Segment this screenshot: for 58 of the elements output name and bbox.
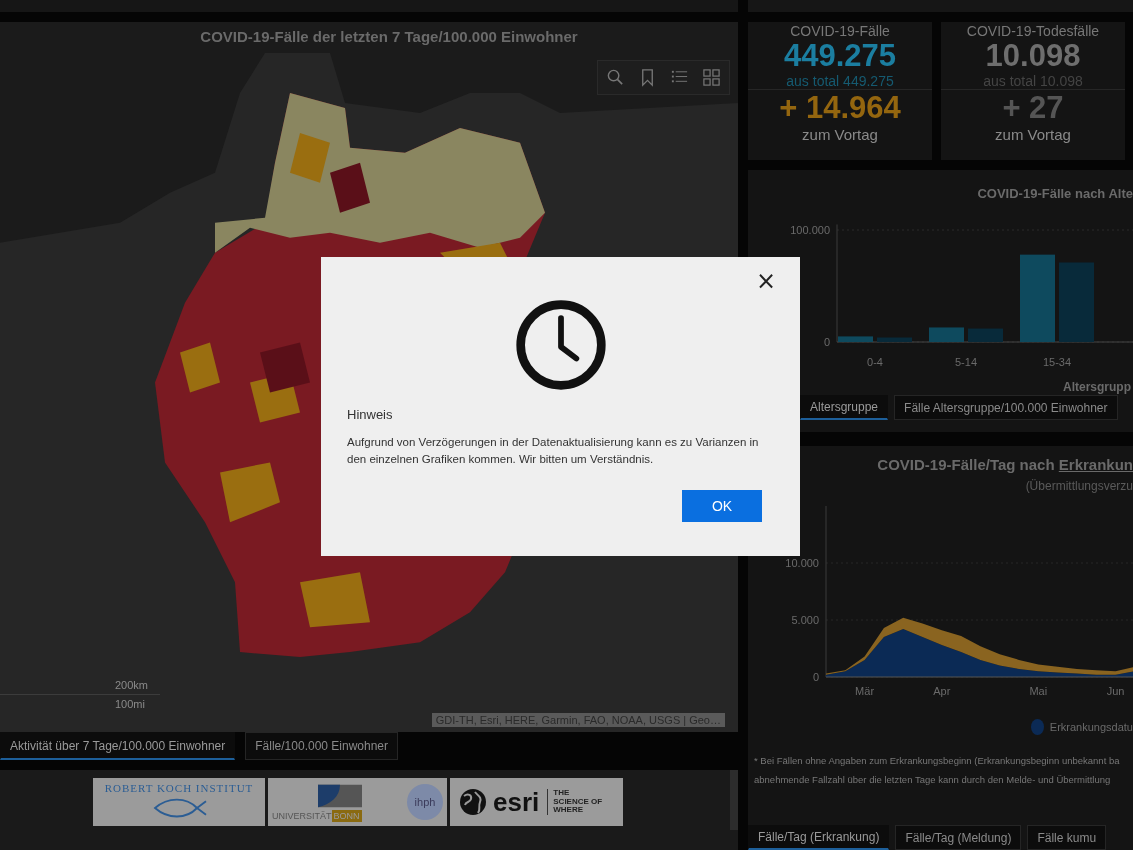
axis-label: Jun <box>1106 685 1125 697</box>
axis-label: 0 <box>812 671 819 683</box>
grid-icon[interactable] <box>702 68 721 87</box>
scale-label: 100mi <box>115 698 145 710</box>
logo-text: esri <box>493 789 549 815</box>
chart-title: COVID-19-Fälle nach Alte <box>976 185 1133 203</box>
axis-label: 100.000 <box>790 224 830 236</box>
chart-subtitle: (Übermittlungsverzu <box>1024 479 1133 493</box>
logo-text: BONN <box>331 810 362 822</box>
axis-label: Apr <box>933 685 951 697</box>
dialog-message: Aufgrund von Verzögerungen in der Datenaktualisierung kann es zu Varianzen in den einzelnen Grafiken kommen. Wir bitten um Verständnis. <box>347 435 760 467</box>
chart-tab[interactable]: Fälle/Tag (Erkrankung) <box>748 825 890 850</box>
stat-note: zum Vortag <box>995 126 1071 143</box>
scrollbar[interactable] <box>730 770 738 830</box>
bar <box>968 328 1003 342</box>
logo-text: ROBERT KOCH INSTITUT <box>104 782 254 794</box>
ihph-logo: ihph <box>407 784 443 820</box>
axis-label: Mär <box>855 685 875 697</box>
footnote: * Bei Fällen ohne Angaben zum Erkrankungsbeginn (Erkrankungsbeginn unbekannt ba <box>754 755 1121 766</box>
dialog-title: Hinweis <box>347 407 394 422</box>
axis-label: Mai <box>1029 685 1048 697</box>
ok-button[interactable]: OK <box>682 490 762 522</box>
search-icon[interactable] <box>606 68 625 87</box>
bar <box>877 337 912 342</box>
chart-tab[interactable]: Fälle/Tag (Meldung) <box>895 825 1022 850</box>
bonn-emblem-icon <box>317 782 362 810</box>
title-link[interactable]: Erkrankun <box>1058 456 1133 473</box>
stat-total: aus total 449.275 <box>786 73 894 89</box>
axis-label: 5.000 <box>791 614 819 626</box>
logo-text: UNIVERSITÄT <box>272 810 332 822</box>
stat-value: 449.275 <box>783 39 897 73</box>
axis-label: 15-34 <box>1042 356 1072 368</box>
stat-title: COVID-19-Todesfälle <box>966 23 1100 39</box>
footnote: abnehmende Fallzahl über die letzten Tage kann durch den Melde- und Übermittlung <box>754 774 1112 785</box>
axis-label: 5-14 <box>955 356 977 368</box>
axis-label: 0 <box>823 336 830 348</box>
map-title: COVID-19-Fälle der letzten 7 Tage/100.000 Einwohner <box>199 27 579 47</box>
chart-tab[interactable]: Altersgruppe <box>800 395 889 420</box>
stat-change: + 27 <box>1002 90 1064 126</box>
axis-label: 0-4 <box>867 356 883 368</box>
globe-icon <box>458 787 488 817</box>
stat-value: 10.098 <box>985 39 1081 73</box>
logo-tagline: THE SCIENCE OF WHERE <box>553 788 604 816</box>
stat-note: zum Vortag <box>802 126 878 143</box>
chart-tab[interactable]: Fälle Altersgruppe/100.000 Einwohner <box>894 395 1118 420</box>
chart-title: COVID-19-Fälle/Tag nach <box>877 456 1055 473</box>
chart-tab[interactable]: Fälle kumu <box>1027 825 1107 850</box>
axis-label: 10.000 <box>785 557 819 569</box>
axis-title: Altersgrupp <box>1063 380 1131 394</box>
close-button[interactable]: × <box>751 267 780 295</box>
stat-change: + 14.964 <box>779 90 901 126</box>
map-tab[interactable]: Aktivität über 7 Tage/100.000 Einwohner <box>0 732 236 760</box>
map-tab[interactable]: Fälle/100.000 Einwohner <box>245 732 399 760</box>
legend-label: Erkrankungsdatu <box>1049 721 1133 733</box>
bar <box>838 336 873 342</box>
stat-title: COVID-19-Fälle <box>790 23 890 39</box>
bar <box>929 327 964 342</box>
scale-label: 200km <box>115 679 149 691</box>
